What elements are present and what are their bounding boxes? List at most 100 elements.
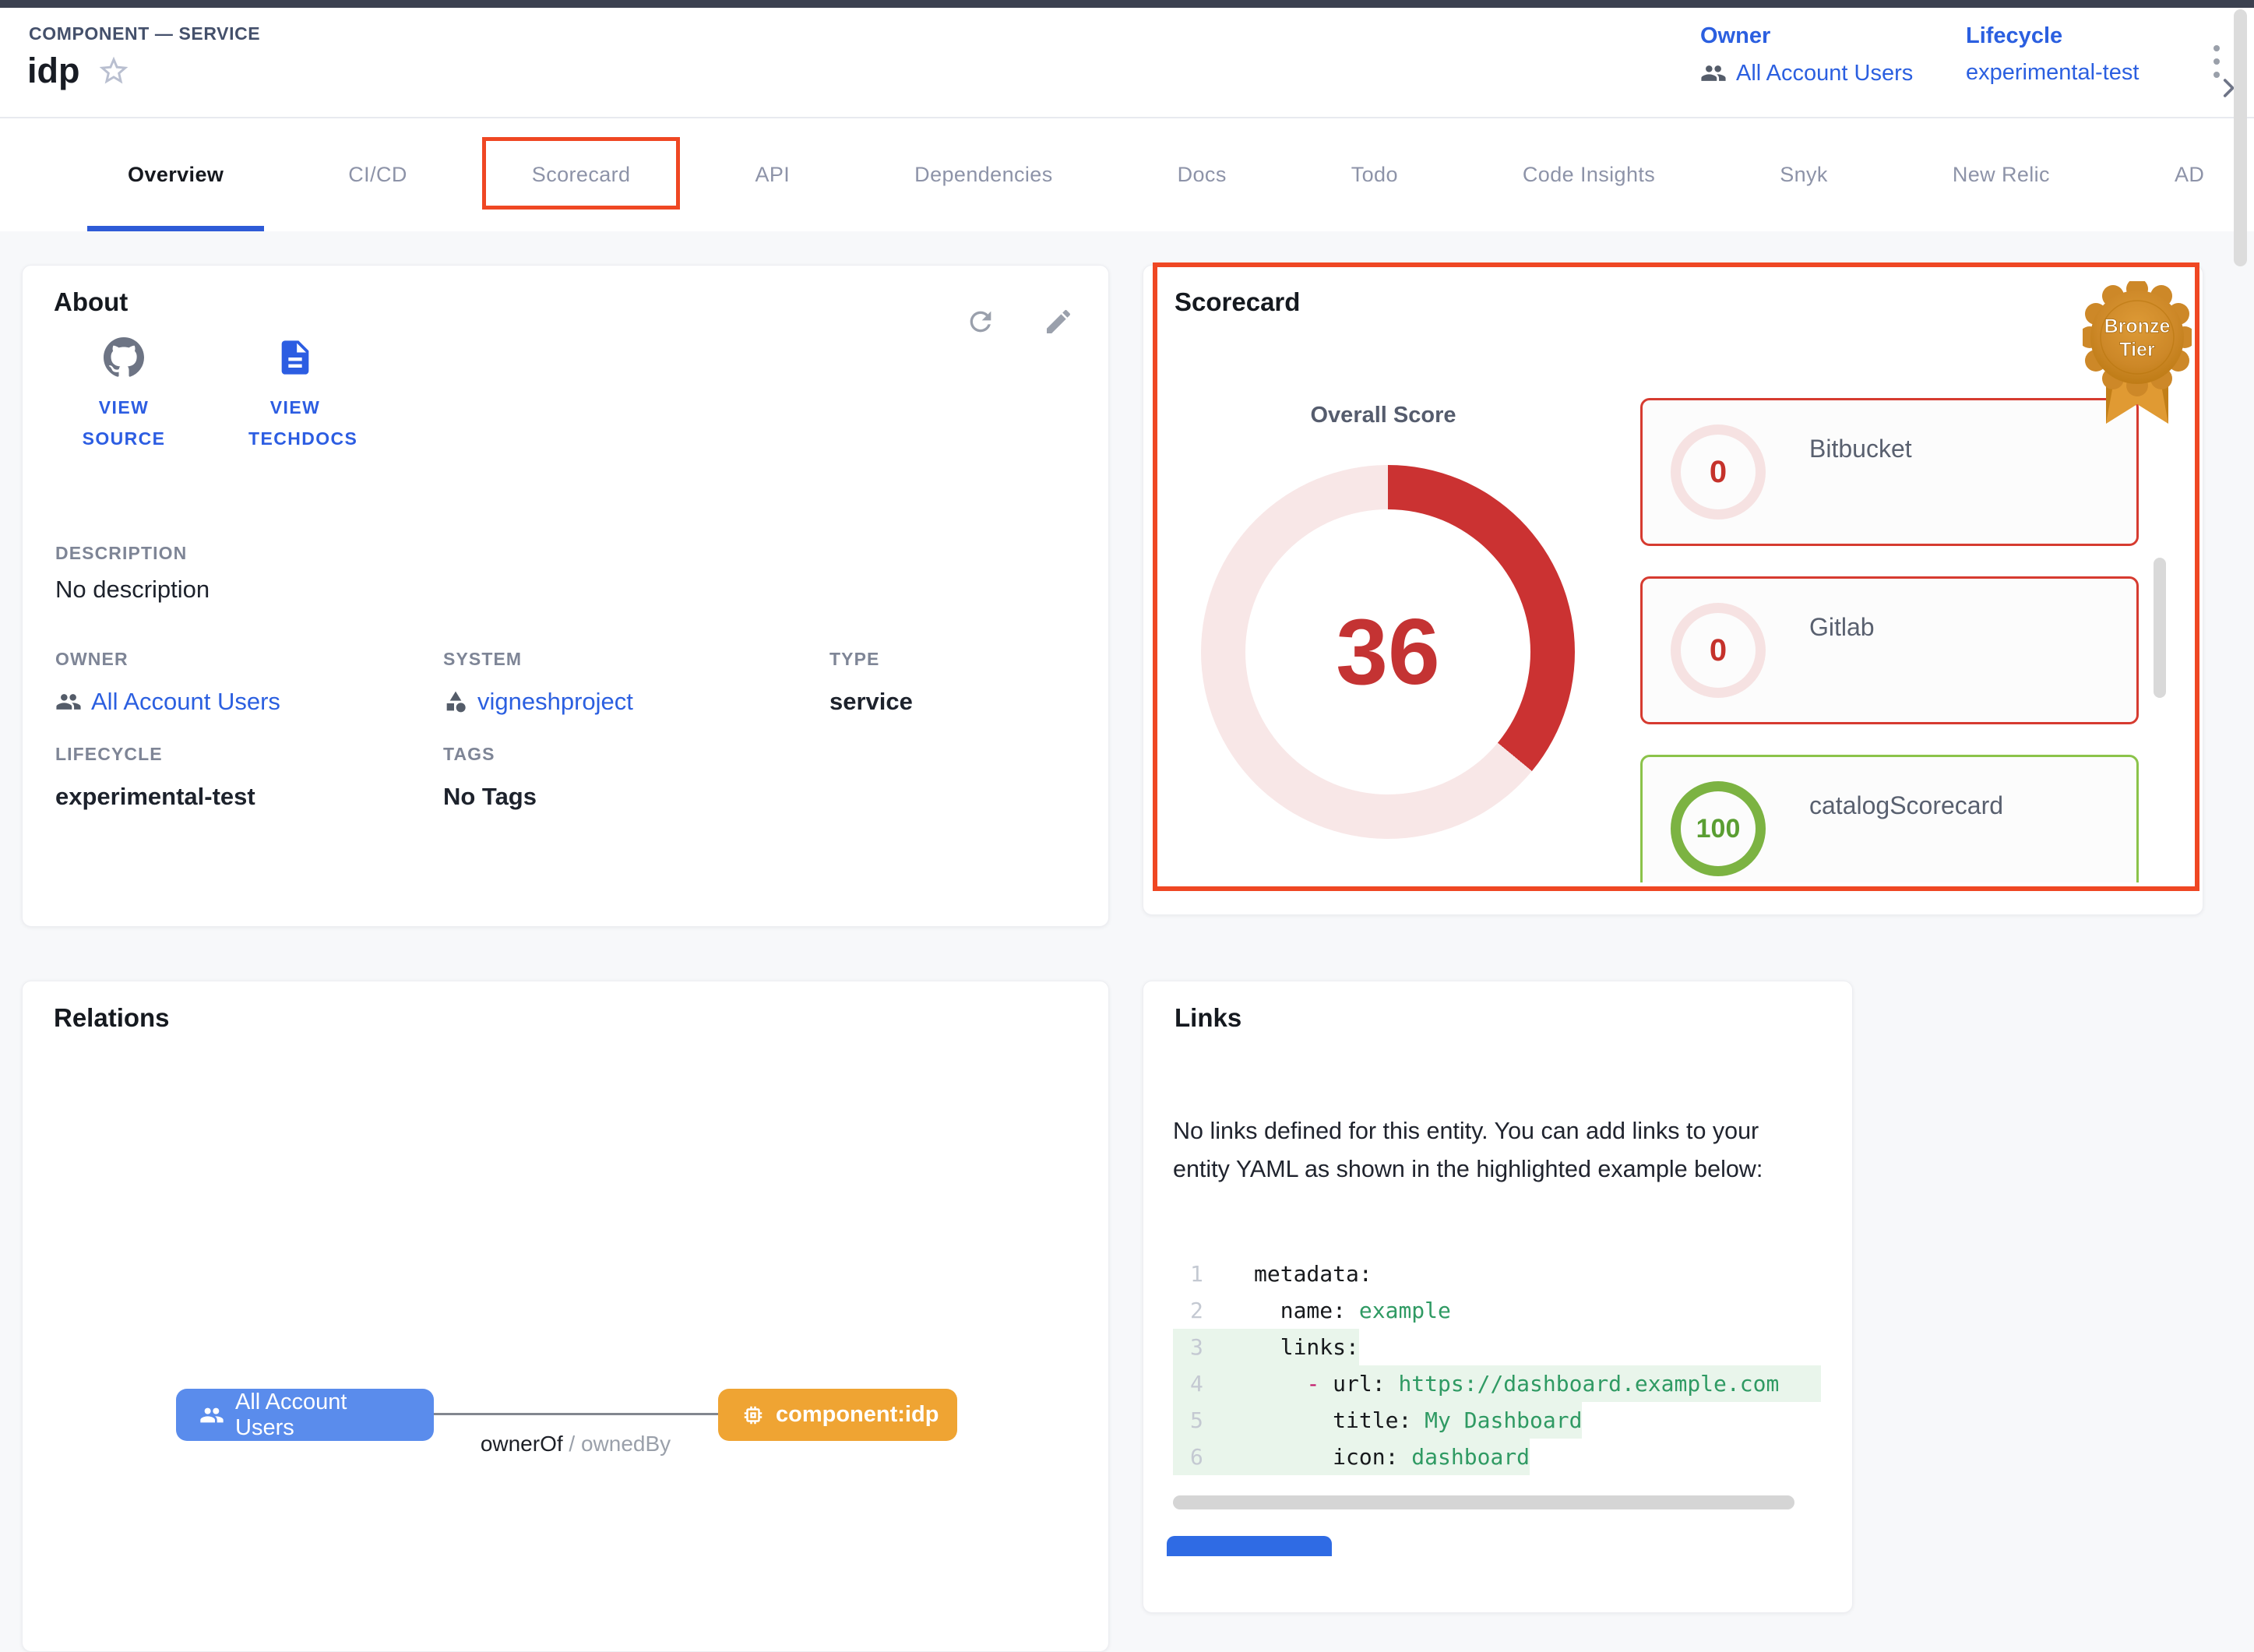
tab-dependencies[interactable]: Dependencies xyxy=(874,118,1093,231)
line-content: title: My Dashboard xyxy=(1227,1402,1582,1439)
line-number: 4 xyxy=(1173,1365,1227,1402)
scorecard-item-name: catalogScorecard xyxy=(1809,791,2003,820)
tab-new-relic[interactable]: New Relic xyxy=(1912,118,2090,231)
view-source-link[interactable]: VIEW SOURCE xyxy=(54,337,194,454)
about-owner-link[interactable]: All Account Users xyxy=(55,688,280,716)
relations-card: Relations All Account Users component:id… xyxy=(22,981,1109,1652)
code-line-5: 5 title: My Dashboard xyxy=(1173,1402,1821,1439)
tab-code-insights[interactable]: Code Insights xyxy=(1482,118,1696,231)
tab-api[interactable]: API xyxy=(714,118,830,231)
about-owner-value: All Account Users xyxy=(91,688,280,716)
header-lifecycle: Lifecycle experimental-test xyxy=(1966,23,2139,86)
description-value: No description xyxy=(55,576,210,604)
code-line-3: 3 links: xyxy=(1173,1329,1821,1365)
chip-icon xyxy=(741,1404,765,1427)
relation-target-label: component:idp xyxy=(776,1402,939,1428)
tab-todo[interactable]: Todo xyxy=(1311,118,1439,231)
links-card: Links No links defined for this entity. … xyxy=(1143,981,1853,1613)
overall-score-value: 36 xyxy=(1336,598,1439,706)
owner-value: All Account Users xyxy=(1736,61,1913,86)
code-line-6: 6 icon: dashboard xyxy=(1173,1439,1821,1475)
overall-score-label: Overall Score xyxy=(1212,403,1555,428)
type-value: service xyxy=(829,688,913,716)
relation-forward: ownerOf xyxy=(481,1432,563,1456)
entity-tabs: Overview CI/CD Scorecard API Dependencies Doc… xyxy=(0,118,2254,231)
entity-page: COMPONENT — SERVICE idp Owner All Accoun… xyxy=(0,0,2254,1544)
view-techdocs-link[interactable]: VIEW TECHDOCS xyxy=(225,337,365,454)
relation-node-component[interactable]: component:idp xyxy=(718,1389,957,1441)
line-content: - url: https://dashboard.example.com xyxy=(1227,1365,1821,1402)
people-icon xyxy=(55,689,82,715)
line-content: icon: dashboard xyxy=(1227,1439,1530,1475)
relation-node-owner[interactable]: All Account Users xyxy=(176,1389,434,1441)
relation-edge xyxy=(434,1413,718,1415)
owner-field-label: OWNER xyxy=(55,649,129,670)
about-card: About VIEW SOURCE VIEW TECHDOCS xyxy=(22,265,1109,927)
scorecard-item-bitbucket[interactable]: 0 Bitbucket xyxy=(1640,398,2139,546)
relation-source-label: All Account Users xyxy=(235,1390,410,1441)
category-icon xyxy=(443,689,468,714)
tab-snyk[interactable]: Snyk xyxy=(1739,118,1868,231)
code-horizontal-scrollbar[interactable] xyxy=(1173,1495,1794,1509)
about-lifecycle-value: experimental-test xyxy=(55,783,255,811)
relations-title: Relations xyxy=(54,1003,170,1033)
links-title: Links xyxy=(1175,1003,1241,1033)
tab-ci-cd[interactable]: CI/CD xyxy=(308,118,448,231)
code-line-4: 4 - url: https://dashboard.example.com xyxy=(1173,1365,1821,1402)
breadcrumb: COMPONENT — SERVICE xyxy=(29,23,260,44)
description-label: DESCRIPTION xyxy=(55,543,187,564)
scorecard-item-catalogscorecard[interactable]: 100 catalogScorecard xyxy=(1640,755,2139,882)
type-field-label: TYPE xyxy=(829,649,879,670)
lifecycle-value: experimental-test xyxy=(1966,60,2139,86)
document-icon xyxy=(275,337,315,378)
line-number: 6 xyxy=(1173,1439,1227,1475)
scorecard-item-name: Gitlab xyxy=(1809,613,1875,642)
header-owner: Owner All Account Users xyxy=(1700,23,1913,86)
people-icon xyxy=(199,1403,224,1428)
edit-icon[interactable] xyxy=(1043,306,1074,337)
score-ring: 0 xyxy=(1671,424,1766,520)
view-source-label: VIEW SOURCE xyxy=(77,392,171,454)
overall-score-gauge: 36 xyxy=(1201,465,1575,839)
relation-edge-label: ownerOf / ownedBy xyxy=(420,1432,731,1457)
code-line-1: 1metadata: xyxy=(1173,1256,1821,1292)
scorecard-item-gitlab[interactable]: 0Gitlab xyxy=(1640,576,2139,724)
scorecard-items-list: 0 Bitbucket 0Gitlab 100 catalogScorecard xyxy=(1640,398,2139,882)
about-title: About xyxy=(54,287,128,317)
github-icon xyxy=(104,337,144,378)
line-content: metadata: xyxy=(1227,1256,1372,1292)
page-scrollbar[interactable] xyxy=(2234,9,2247,266)
badge-line2: Tier xyxy=(2119,339,2155,361)
tab-docs[interactable]: Docs xyxy=(1137,118,1267,231)
system-field-label: SYSTEM xyxy=(443,649,522,670)
scorecard-card: Scorecard Overall Score 36 0 Bitbucket 0Gi… xyxy=(1143,265,2203,915)
lifecycle-field-label: LIFECYCLE xyxy=(55,744,163,765)
line-number: 3 xyxy=(1173,1329,1227,1365)
badge-line1: Bronze xyxy=(2104,315,2171,337)
line-content: links: xyxy=(1227,1329,1359,1365)
entity-header: COMPONENT — SERVICE idp Owner All Accoun… xyxy=(0,8,2254,118)
code-line-2: 2 name: example xyxy=(1173,1292,1821,1329)
read-more-button[interactable] xyxy=(1167,1536,1332,1556)
yaml-code-block: 1metadata:2 name: example3 links:4 - url… xyxy=(1173,1256,1821,1475)
tab-overview[interactable]: Overview xyxy=(87,118,264,231)
tab-scorecard[interactable]: Scorecard xyxy=(491,118,671,231)
owner-link[interactable]: All Account Users xyxy=(1700,60,1913,86)
line-number: 1 xyxy=(1173,1256,1227,1292)
scorecard-list-scrollbar[interactable] xyxy=(2154,558,2166,698)
line-content: name: example xyxy=(1227,1292,1451,1329)
score-ring: 100 xyxy=(1671,781,1766,876)
browser-top-bar xyxy=(0,0,2254,8)
more-options-icon[interactable] xyxy=(2213,45,2220,78)
view-techdocs-label: VIEW TECHDOCS xyxy=(248,392,342,454)
tab-ad[interactable]: AD xyxy=(2134,118,2245,231)
refresh-icon[interactable] xyxy=(965,306,996,337)
scorecard-item-name: Bitbucket xyxy=(1809,435,1912,463)
scorecard-title: Scorecard xyxy=(1175,287,1300,317)
tags-field-label: TAGS xyxy=(443,744,495,765)
relation-inverse: ownedBy xyxy=(581,1432,671,1456)
about-system-link[interactable]: vigneshproject xyxy=(443,688,633,716)
owner-label: Owner xyxy=(1700,23,1913,49)
favorite-star-icon[interactable] xyxy=(97,54,131,88)
about-system-value: vigneshproject xyxy=(477,688,633,716)
